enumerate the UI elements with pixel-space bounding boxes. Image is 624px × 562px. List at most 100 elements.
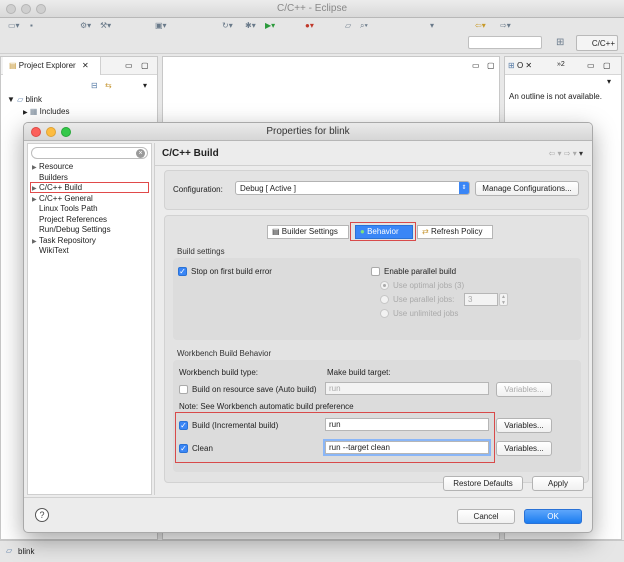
stop-on-error-label: Stop on first build error [191, 267, 272, 276]
configuration-select[interactable]: Debug [ Active ] ⇕ [235, 181, 470, 195]
open-perspective-icon[interactable]: ⊞ [556, 37, 564, 48]
search-icon[interactable]: ⌕▾ [360, 21, 368, 31]
external-tools-icon[interactable]: ●▾ [305, 21, 314, 30]
minimize-icon[interactable]: ▭ [587, 61, 595, 70]
nav-item-run-debug-settings[interactable]: Run/Debug Settings [32, 225, 111, 234]
parallel-build-checkbox[interactable] [371, 267, 380, 276]
clean-label: Clean [192, 444, 213, 453]
apply-button[interactable]: Apply [532, 476, 584, 491]
filter-input[interactable]: × [31, 147, 148, 159]
tab-behavior[interactable]: ● Behavior [355, 225, 413, 239]
maximize-icon[interactable]: ▢ [487, 61, 495, 70]
incremental-target-input[interactable]: run [325, 418, 489, 431]
overflow-tabs[interactable]: »2 [557, 61, 565, 68]
auto-build-target-input[interactable]: run [325, 382, 489, 395]
expand-arrow-icon[interactable]: ▼ [7, 95, 15, 104]
cancel-button[interactable]: Cancel [457, 509, 515, 524]
build-target-header: Make build target: [327, 368, 391, 377]
tab-builder-settings[interactable]: ▤ Builder Settings [267, 225, 349, 239]
tree-item-includes[interactable]: ▶ ▦ Includes [23, 107, 69, 116]
auto-build-label: Build on resource save (Auto build) [192, 385, 317, 394]
incremental-variables-button[interactable]: Variables... [496, 418, 552, 433]
clean-variables-button[interactable]: Variables... [496, 441, 552, 456]
new-class-icon[interactable]: ▣▾ [155, 21, 167, 30]
nav-item-resource[interactable]: ▶ Resource [32, 162, 73, 171]
minimize-dialog-button[interactable] [46, 127, 56, 137]
view-menu-icon[interactable]: ▾ [607, 77, 611, 86]
back-icon[interactable]: ⇦ ▾ [549, 149, 562, 158]
forward-icon[interactable]: ⇨▾ [500, 21, 511, 30]
unlimited-jobs-radio[interactable] [380, 309, 389, 318]
parallel-build-label: Enable parallel build [384, 267, 457, 276]
ok-button[interactable]: OK [524, 509, 582, 524]
project-label: blink [25, 95, 42, 104]
optimal-jobs-label: Use optimal jobs (3) [393, 281, 465, 290]
link-editor-icon[interactable]: ⇆ [105, 81, 112, 90]
maximize-icon[interactable]: ▢ [141, 61, 149, 70]
nav-item-project-references[interactable]: Project References [32, 215, 107, 224]
minimize-icon[interactable]: ▭ [472, 61, 480, 70]
auto-build-variables-button[interactable]: Variables... [496, 382, 552, 397]
nav-item-label: Run/Debug Settings [39, 225, 111, 234]
expand-arrow-icon[interactable]: ▶ [23, 110, 28, 116]
minimize-icon[interactable]: ▭ [125, 61, 133, 70]
jobs-stepper[interactable]: ▲ ▼ [499, 293, 508, 306]
expand-arrow-icon[interactable]: ▶ [32, 185, 39, 192]
view-menu-icon[interactable]: ▾ [143, 81, 147, 90]
parallel-jobs-radio[interactable] [380, 295, 389, 304]
nav-item-label: Task Repository [39, 235, 96, 245]
build-icon[interactable]: ⚙▾ [80, 21, 91, 30]
maximize-icon[interactable]: ▢ [603, 61, 611, 70]
debug-icon[interactable]: ✱▾ [245, 21, 256, 30]
quick-access-input[interactable] [468, 36, 542, 49]
tab-outline[interactable]: ⊞ O ✕ [508, 61, 532, 70]
back-icon[interactable]: ⇦▾ [475, 21, 486, 30]
forward-icon[interactable]: ⇨ ▾ [564, 149, 577, 158]
expand-arrow-icon[interactable]: ▶ [32, 238, 39, 245]
tab-label: Builder Settings [281, 227, 338, 236]
parallel-jobs-input[interactable]: 3 [464, 293, 498, 306]
zoom-dialog-button[interactable] [61, 127, 71, 137]
nav-item-wikitext[interactable]: WikiText [32, 246, 69, 255]
nav-item-builders[interactable]: Builders [32, 173, 68, 182]
expand-arrow-icon[interactable]: ▶ [32, 196, 39, 203]
perspective-button[interactable]: C/C++ [576, 35, 618, 51]
expand-arrow-icon[interactable]: ▶ [32, 164, 39, 171]
menu-icon[interactable]: ▾ [579, 149, 583, 158]
properties-dialog: Properties for blink × ▶ Resource Builder… [23, 122, 593, 533]
build-settings-heading: Build settings [177, 247, 225, 256]
clean-target-input[interactable]: run --target clean [323, 439, 491, 456]
clean-checkbox[interactable]: ✓ [179, 444, 188, 453]
collapse-all-icon[interactable]: ⊟ [91, 81, 98, 90]
clear-filter-icon[interactable]: × [136, 149, 145, 158]
nav-item-cc-build[interactable]: ▶ C/C++ Build [30, 182, 149, 193]
nav-item-cc-general[interactable]: ▶ C/C++ General [32, 194, 93, 203]
project-folder-icon: ▱ [17, 95, 24, 104]
new-icon[interactable]: ▭▾ [8, 21, 20, 30]
nav-item-task-repository[interactable]: ▶ Task Repository [32, 236, 96, 245]
tree-item-project[interactable]: ▼ ▱ blink [7, 95, 42, 104]
incremental-build-checkbox[interactable]: ✓ [179, 421, 188, 430]
annotation-icon[interactable]: ▾ [430, 21, 434, 30]
tab-project-explorer[interactable]: ▤ Project Explorer ✕ [3, 57, 101, 75]
help-icon[interactable]: ? [35, 508, 49, 522]
tab-refresh-policy[interactable]: ⇄ Refresh Policy [417, 225, 493, 239]
nav-item-linux-tools-path[interactable]: Linux Tools Path [32, 204, 98, 213]
auto-build-checkbox[interactable] [179, 385, 188, 394]
project-explorer-icon: ▤ [9, 61, 19, 70]
refresh-icon[interactable]: ↻▾ [222, 21, 233, 30]
open-folder-icon[interactable]: ▱ [345, 21, 351, 30]
optimal-jobs-radio[interactable] [380, 281, 389, 290]
close-icon[interactable]: ✕ [525, 61, 532, 70]
manage-configurations-button[interactable]: Manage Configurations... [475, 181, 579, 196]
restore-defaults-button[interactable]: Restore Defaults [443, 476, 523, 491]
hammer-icon[interactable]: ⚒▾ [100, 21, 111, 30]
save-icon[interactable]: ▪ [30, 21, 33, 30]
status-bar: ▱ blink [0, 540, 624, 562]
close-dialog-button[interactable] [31, 127, 41, 137]
stop-on-error-checkbox[interactable]: ✓ [178, 267, 187, 276]
close-icon[interactable]: ✕ [82, 61, 89, 70]
title-separator [155, 165, 591, 166]
run-icon[interactable]: ▶▾ [265, 21, 275, 30]
project-explorer-label: Project Explorer [18, 61, 76, 70]
